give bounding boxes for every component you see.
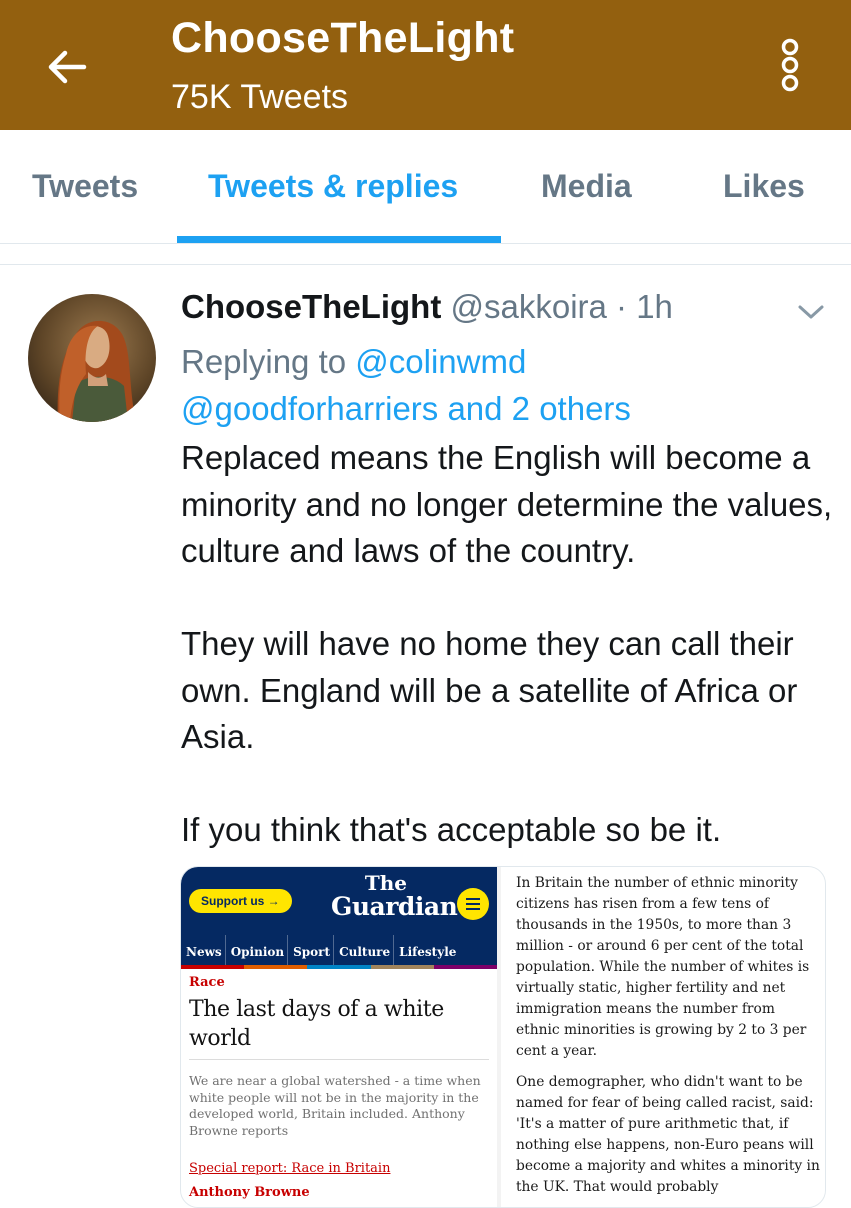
- mention-goodforharriers[interactable]: @goodforharriers: [181, 390, 438, 427]
- article-author: Anthony Browne: [189, 1185, 310, 1200]
- tab-tweets-and-replies[interactable]: Tweets & replies: [208, 168, 458, 205]
- active-tab-indicator: [177, 236, 501, 243]
- chevron-down-icon[interactable]: [796, 300, 826, 324]
- guardian-logo: The Guardian: [331, 871, 458, 921]
- tab-media[interactable]: Media: [541, 168, 632, 205]
- article-paragraph: In Britain the number of ethnic minority…: [516, 875, 810, 1059]
- menu-icon: [457, 888, 489, 920]
- nav-culture: Culture: [333, 935, 393, 969]
- article-kicker: Race: [189, 975, 225, 990]
- back-arrow-icon[interactable]: [40, 40, 94, 94]
- replying-prefix: Replying to: [181, 343, 356, 380]
- tweet-count: 75K Tweets: [171, 78, 349, 116]
- more-options-icon[interactable]: [768, 36, 812, 94]
- guardian-header: Support us → The Guardian: [181, 867, 497, 935]
- profile-header: ChooseTheLight 75K Tweets: [0, 0, 851, 130]
- author-handle[interactable]: @sakkoira: [450, 288, 606, 325]
- tweet-text: Replaced means the English will become a…: [181, 439, 833, 848]
- nav-news: News: [186, 945, 222, 959]
- mention-others[interactable]: and 2 others: [438, 390, 630, 427]
- profile-tabs: Tweets Tweets & replies Media Likes: [0, 130, 851, 244]
- profile-title: ChooseTheLight: [171, 14, 515, 62]
- divider: [0, 264, 851, 265]
- logo-the: The: [364, 871, 407, 895]
- tweet-image[interactable]: Support us → The Guardian News Opinion S…: [180, 866, 826, 1208]
- nav-lifestyle: Lifestyle: [393, 935, 459, 969]
- guardian-article-screenshot: Support us → The Guardian News Opinion S…: [181, 867, 498, 1207]
- guardian-nav: News Opinion Sport Culture Lifestyle: [181, 935, 497, 969]
- author-name[interactable]: ChooseTheLight: [181, 288, 441, 325]
- article-headline: The last days of a white world: [189, 997, 444, 1051]
- article-paragraph: One demographer, who didn't want to be n…: [516, 1074, 820, 1195]
- tweet-header: ChooseTheLight @sakkoira · 1h: [181, 288, 673, 326]
- nav-sport: Sport: [287, 935, 333, 969]
- tab-tweets[interactable]: Tweets: [32, 168, 138, 205]
- nav-color-stripes: [181, 965, 498, 969]
- logo-guardian: Guardian: [331, 892, 458, 921]
- tweet-time[interactable]: 1h: [636, 288, 673, 325]
- support-us-button: Support us →: [189, 889, 292, 913]
- dot-separator: ·: [606, 288, 637, 325]
- avatar[interactable]: [28, 294, 156, 422]
- article-standfirst: We are near a global watershed - a time …: [189, 1073, 481, 1138]
- nav-opinion: Opinion: [224, 935, 287, 969]
- article-body: In Britain the number of ethnic minority…: [516, 873, 822, 1207]
- replying-to: Replying to @colinwmd @goodforharriers a…: [181, 338, 631, 432]
- divider: [189, 1059, 489, 1060]
- series-link: Special report: Race in Britain: [189, 1161, 391, 1176]
- mention-colinwmd[interactable]: @colinwmd: [355, 343, 526, 380]
- article-text-screenshot: In Britain the number of ethnic minority…: [501, 867, 825, 1207]
- tab-likes[interactable]: Likes: [723, 168, 805, 205]
